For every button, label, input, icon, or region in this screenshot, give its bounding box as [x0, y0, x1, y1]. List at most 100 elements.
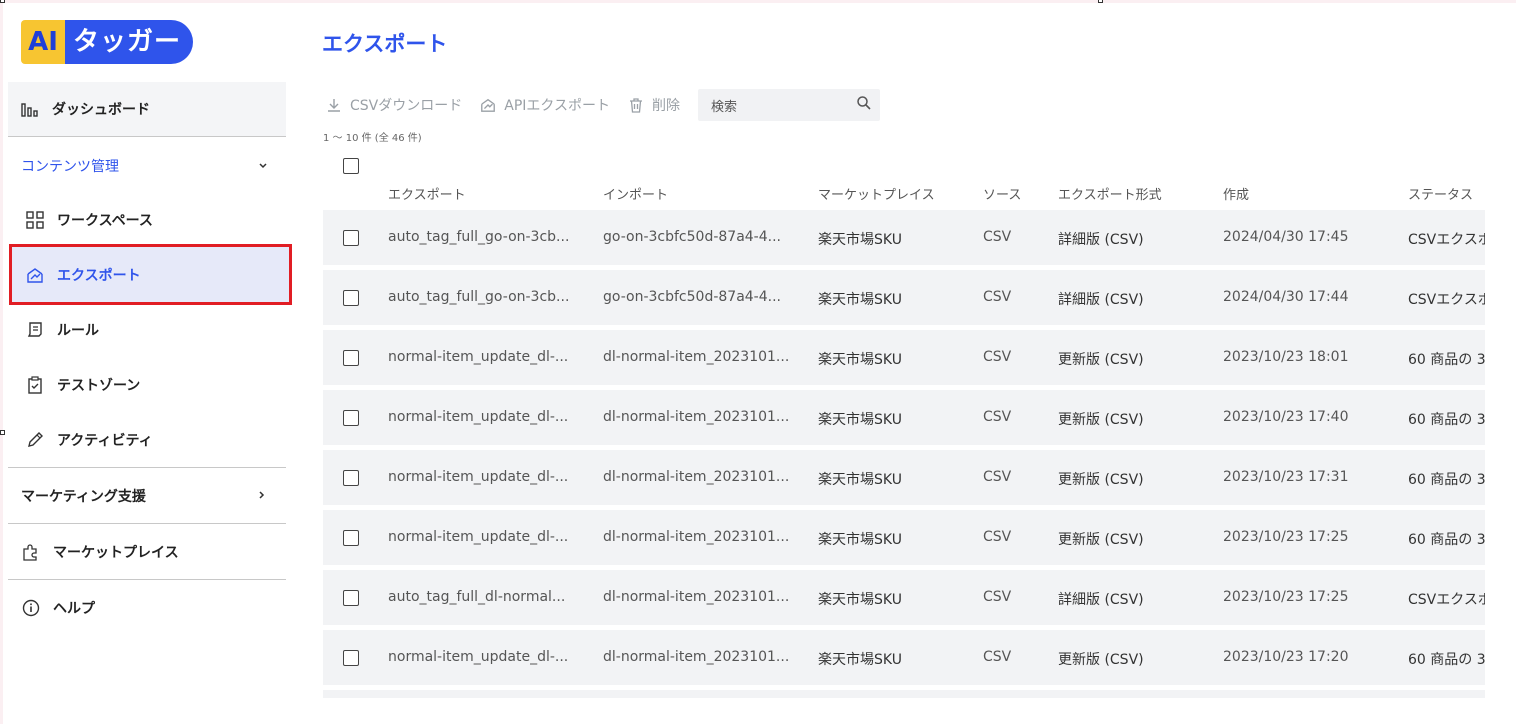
cell-import: dl-normal-item_2023101...: [603, 649, 788, 665]
cell-source: CSV: [983, 289, 1012, 305]
column-header-created[interactable]: 作成: [1223, 184, 1249, 203]
cell-source: CSV: [983, 409, 1012, 425]
sidebar-item-label: ルール: [57, 322, 99, 339]
cell-source: CSV: [983, 349, 1012, 365]
cell-status: CSVエクスポ: [1408, 592, 1485, 608]
table-row[interactable]: normal-item_update_dl-... dl-normal-item…: [323, 330, 1485, 385]
cell-source: CSV: [983, 469, 1012, 485]
sidebar-item-marketplace[interactable]: マーケットプレイス: [8, 524, 286, 579]
table-row[interactable]: normal-item_update_dl-... dl-normal-item…: [323, 630, 1485, 685]
sidebar-item-testzone[interactable]: テストゾーン: [8, 357, 286, 412]
table-row[interactable]: [323, 690, 1485, 698]
search-placeholder: 検索: [710, 99, 737, 115]
sidebar-section-content[interactable]: コンテンツ管理: [8, 138, 286, 193]
resize-handle[interactable]: [0, 0, 5, 3]
table-row[interactable]: normal-item_update_dl-... dl-normal-item…: [323, 510, 1485, 565]
sidebar-item-workspace[interactable]: ワークスペース: [8, 192, 286, 247]
cell-marketplace: 楽天市場SKU: [818, 232, 902, 248]
api-export-label: APIエクスポート: [504, 98, 610, 114]
download-icon: [326, 97, 342, 113]
cell-import: dl-normal-item_2023101...: [603, 349, 788, 365]
cell-export: auto_tag_full_dl-normal...: [388, 589, 566, 605]
cell-created: 2023/10/23 17:31: [1223, 469, 1349, 485]
cell-marketplace: 楽天市場SKU: [818, 532, 902, 548]
cell-export: normal-item_update_dl-...: [388, 349, 569, 365]
row-checkbox[interactable]: [343, 530, 359, 546]
cell-export: normal-item_update_dl-...: [388, 649, 569, 665]
app-logo[interactable]: AI タッガー: [21, 20, 194, 64]
search-input[interactable]: 検索: [697, 89, 880, 121]
window-left-border: [0, 0, 3, 724]
bar-chart-icon: [20, 99, 40, 119]
row-checkbox[interactable]: [343, 350, 359, 366]
csv-download-button[interactable]: CSVダウンロード: [326, 95, 462, 115]
sidebar-section-label: マーケティング支援: [21, 488, 146, 505]
clipboard-check-icon: [25, 375, 45, 395]
row-checkbox[interactable]: [343, 470, 359, 486]
row-checkbox[interactable]: [343, 230, 359, 246]
column-header-status[interactable]: ステータス: [1408, 184, 1473, 203]
cell-import: dl-normal-item_2023101...: [603, 409, 788, 425]
column-header-marketplace[interactable]: マーケットプレイス: [818, 184, 935, 203]
sidebar-item-export[interactable]: エクスポート: [9, 244, 292, 305]
cell-created: 2024/04/30 17:44: [1223, 289, 1349, 305]
column-header-import[interactable]: インポート: [603, 184, 668, 203]
sidebar-item-label: テストゾーン: [57, 377, 141, 394]
table-row[interactable]: auto_tag_full_go-on-3cb... go-on-3cbfc50…: [323, 210, 1485, 265]
row-checkbox[interactable]: [343, 590, 359, 606]
cell-created: 2023/10/23 17:25: [1223, 529, 1349, 545]
sidebar-item-activity[interactable]: アクティビティ: [8, 412, 286, 467]
export-icon: [480, 97, 496, 113]
row-checkbox[interactable]: [343, 650, 359, 666]
cell-import: dl-normal-item_2023101...: [603, 529, 788, 545]
cell-created: 2023/10/23 18:01: [1223, 349, 1349, 365]
cell-format: 更新版 (CSV): [1058, 352, 1144, 368]
result-count: 1 ～ 10 件 (全 46 件): [323, 133, 422, 144]
resize-handle[interactable]: [0, 430, 5, 435]
delete-button[interactable]: 削除: [628, 95, 680, 115]
cell-format: 更新版 (CSV): [1058, 532, 1144, 548]
cell-created: 2023/10/23 17:40: [1223, 409, 1349, 425]
cell-created: 2024/04/30 17:45: [1223, 229, 1349, 245]
table-row[interactable]: auto_tag_full_dl-normal... dl-normal-ite…: [323, 570, 1485, 625]
column-header-export[interactable]: エクスポート: [388, 184, 466, 203]
sidebar-item-label: ヘルプ: [53, 600, 95, 617]
sidebar-item-label: マーケットプレイス: [53, 544, 179, 561]
cell-marketplace: 楽天市場SKU: [818, 652, 902, 668]
pencil-icon: [25, 430, 45, 450]
table-row[interactable]: auto_tag_full_go-on-3cb... go-on-3cbfc50…: [323, 270, 1485, 325]
column-header-source[interactable]: ソース: [983, 184, 1021, 203]
search-icon[interactable]: [856, 95, 872, 115]
cell-import: dl-normal-item_2023101...: [603, 469, 788, 485]
table-row[interactable]: normal-item_update_dl-... dl-normal-item…: [323, 390, 1485, 445]
row-checkbox[interactable]: [343, 410, 359, 426]
logo-ai-mark: AI: [21, 20, 65, 64]
cell-import: dl-normal-item_2023101...: [603, 589, 788, 605]
cell-format: 更新版 (CSV): [1058, 652, 1144, 668]
row-checkbox[interactable]: [343, 290, 359, 306]
info-icon: [21, 598, 41, 618]
cell-marketplace: 楽天市場SKU: [818, 472, 902, 488]
sidebar-item-dashboard[interactable]: ダッシュボード: [8, 82, 286, 137]
cell-export: auto_tag_full_go-on-3cb...: [388, 289, 570, 305]
toolbar: CSVダウンロード APIエクスポート 削除 検索: [326, 88, 880, 122]
puzzle-icon: [21, 542, 41, 562]
table-row[interactable]: normal-item_update_dl-... dl-normal-item…: [323, 450, 1485, 505]
cell-source: CSV: [983, 529, 1012, 545]
cell-format: 詳細版 (CSV): [1058, 232, 1144, 248]
column-header-format[interactable]: エクスポート形式: [1058, 184, 1162, 203]
cell-status: CSVエクスポ: [1408, 232, 1485, 248]
cell-import: go-on-3cbfc50d-87a4-4...: [603, 289, 781, 305]
scroll-icon: [25, 320, 45, 340]
resize-handle[interactable]: [1098, 0, 1103, 3]
api-export-button[interactable]: APIエクスポート: [480, 95, 610, 115]
sidebar-section-marketing[interactable]: マーケティング支援: [8, 468, 286, 523]
cell-marketplace: 楽天市場SKU: [818, 292, 902, 308]
sidebar: AI タッガー ダッシュボード コンテンツ管理 ワークスペース エクスポート ル…: [8, 0, 292, 724]
select-all-checkbox[interactable]: [343, 158, 359, 174]
sidebar-item-help[interactable]: ヘルプ: [8, 580, 286, 635]
cell-export: normal-item_update_dl-...: [388, 529, 569, 545]
cell-format: 詳細版 (CSV): [1058, 292, 1144, 308]
cell-marketplace: 楽天市場SKU: [818, 352, 902, 368]
sidebar-item-rule[interactable]: ルール: [8, 302, 286, 357]
